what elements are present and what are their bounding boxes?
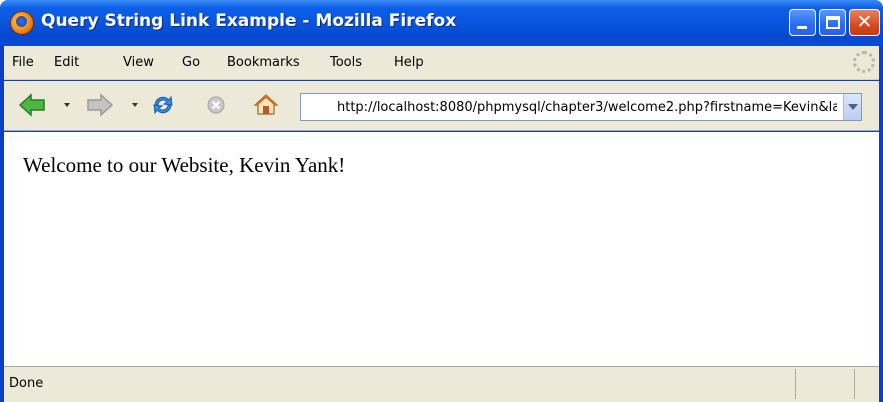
- menu-file[interactable]: File: [12, 55, 34, 70]
- menu-go[interactable]: Go: [182, 55, 200, 70]
- browser-window: Query String Link Example - Mozilla Fire…: [0, 0, 883, 402]
- menu-tools[interactable]: Tools: [330, 55, 362, 70]
- welcome-message: Welcome to our Website, Kevin Yank!: [23, 153, 346, 177]
- minimize-icon: [797, 26, 807, 29]
- maximize-icon: [826, 16, 840, 29]
- status-bar: Done: [4, 366, 879, 402]
- menu-bar: File Edit View Go Bookmarks Tools Help: [4, 46, 879, 80]
- status-text: Done: [9, 376, 44, 391]
- stop-icon[interactable]: [204, 93, 228, 117]
- back-arrow-icon[interactable]: [18, 93, 46, 117]
- minimize-button[interactable]: [789, 9, 816, 36]
- home-icon[interactable]: [253, 93, 279, 117]
- menu-edit[interactable]: Edit: [54, 55, 79, 70]
- page-content: Welcome to our Website, Kevin Yank!: [4, 132, 879, 366]
- menu-view[interactable]: View: [123, 55, 154, 70]
- navigation-toolbar: http://localhost:8080/phpmysql/chapter3/…: [4, 81, 879, 131]
- url-dropdown-button[interactable]: [843, 94, 861, 120]
- throbber-icon: [853, 51, 875, 73]
- url-input[interactable]: http://localhost:8080/phpmysql/chapter3/…: [337, 100, 837, 115]
- menu-help[interactable]: Help: [394, 55, 424, 70]
- close-button[interactable]: ✕: [849, 9, 880, 36]
- resize-grip[interactable]: [854, 369, 855, 399]
- status-panel: [795, 369, 796, 399]
- firefox-icon: [10, 11, 34, 35]
- maximize-button[interactable]: [819, 9, 846, 36]
- close-icon: ✕: [856, 11, 873, 33]
- reload-icon[interactable]: [151, 93, 175, 117]
- back-history-dropdown[interactable]: [64, 103, 70, 107]
- window-title: Query String Link Example - Mozilla Fire…: [41, 11, 457, 31]
- url-bar[interactable]: http://localhost:8080/phpmysql/chapter3/…: [300, 93, 862, 121]
- forward-arrow-icon[interactable]: [86, 93, 114, 117]
- forward-history-dropdown[interactable]: [132, 103, 138, 107]
- menu-bookmarks[interactable]: Bookmarks: [227, 55, 300, 70]
- title-bar[interactable]: Query String Link Example - Mozilla Fire…: [0, 0, 883, 46]
